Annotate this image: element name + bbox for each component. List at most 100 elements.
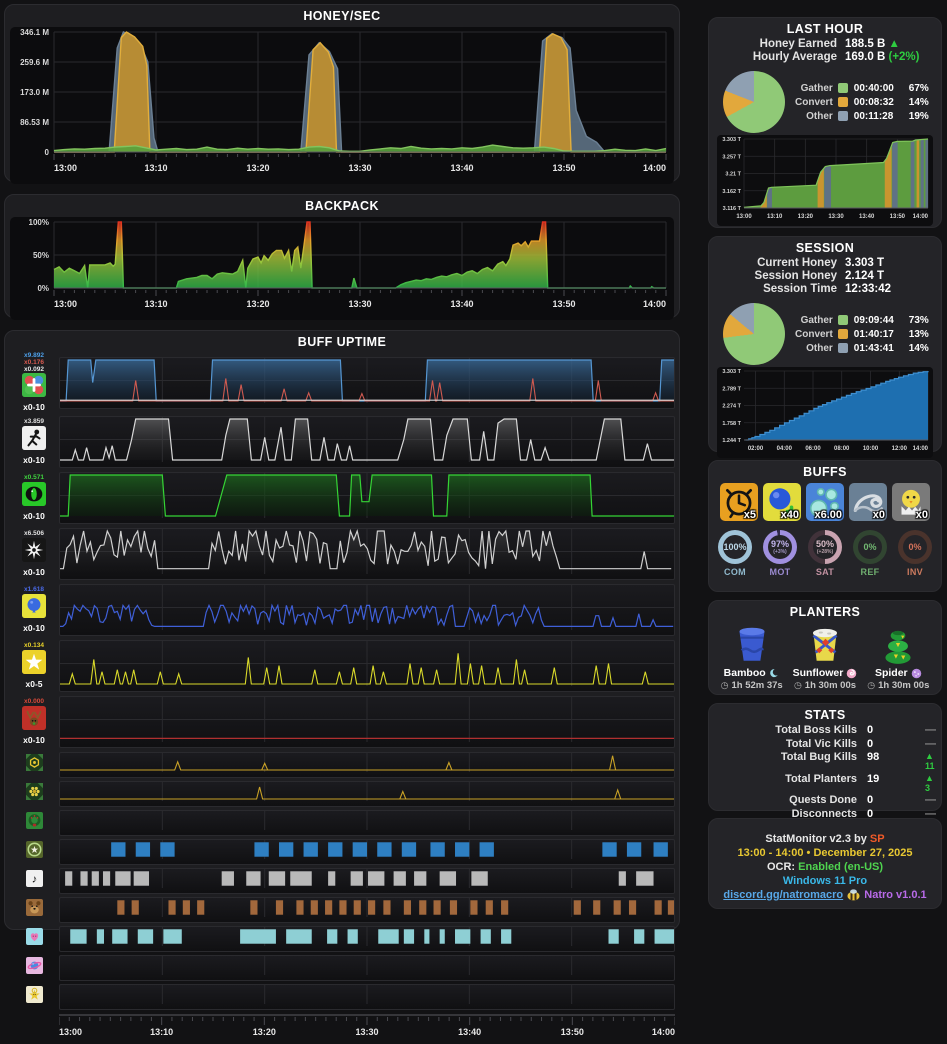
buff-lane-chart — [60, 357, 674, 403]
wave-buff-tile: x0 — [849, 483, 887, 521]
buff-range-label: x0-5 — [25, 679, 43, 689]
buff-row-3: x0.571 x0-10 — [9, 472, 675, 525]
svg-text:13:30: 13:30 — [348, 163, 371, 173]
gauge-percent: 97% — [770, 538, 789, 549]
buff-row-1: x9.892 x0.176 x0.092 x0-10 — [9, 352, 675, 412]
svg-text:86.53 M: 86.53 M — [20, 118, 49, 127]
music-note-icon: ♪ — [25, 870, 43, 888]
current-honey-label: Current Honey — [757, 257, 837, 269]
svg-text:13:40: 13:40 — [450, 299, 473, 309]
session-legend-other: Other 01:43:41 14% — [806, 342, 929, 354]
buff-lane — [59, 472, 675, 525]
buff-row-8 — [9, 752, 709, 779]
buff-range-label: x0-10 — [23, 567, 45, 577]
svg-text:13:40: 13:40 — [450, 163, 473, 173]
buff-range-label: x0-10 — [23, 735, 45, 745]
reindeer-icon — [22, 706, 46, 731]
session-legend-gather: Gather 09:09:44 73% — [800, 314, 929, 326]
natro-bee-icon — [847, 889, 860, 901]
svg-text:13:10: 13:10 — [150, 1027, 173, 1037]
field-boost-icon — [22, 373, 46, 398]
svg-text:14:00: 14:00 — [643, 163, 666, 173]
session-time-row: Session Time 12:33:42 — [719, 283, 931, 295]
svg-text:173.0 M: 173.0 M — [20, 88, 49, 97]
buff-row-12: ♪ — [9, 868, 675, 895]
buff-row-label: x1.618 x0-10 — [9, 587, 59, 633]
svg-text:259.6 M: 259.6 M — [20, 58, 49, 67]
focus-icon — [22, 482, 46, 507]
gauge-ring: 100% — [718, 530, 752, 564]
buff-multiplier: x0.000 — [24, 698, 44, 706]
session-pie-chart — [723, 303, 785, 365]
bubbles-buff-tile: x6.00 — [806, 483, 844, 521]
last-hour-pie-block: Gather 00:40:00 67% Convert 00:08:32 14% Other… — [723, 71, 931, 133]
stat-row-total-boss-kills: Total Boss Kills 0 — — [717, 724, 936, 736]
session-pie-legend: Gather 09:09:44 73% Convert 01:40:17 13% Other… — [795, 312, 937, 357]
bucket-planter-icon — [739, 627, 765, 661]
chick-buff-tile: x0 — [892, 483, 930, 521]
svg-text:13:50: 13:50 — [552, 163, 575, 173]
buff-lane-chart — [60, 528, 674, 575]
svg-text:06:00: 06:00 — [805, 446, 821, 452]
buff-lane — [59, 955, 675, 982]
svg-text:346.1 M: 346.1 M — [20, 28, 49, 37]
author-name: SP — [869, 833, 885, 845]
buff-row-13 — [9, 897, 675, 924]
about-version-line: StatMonitor v2.3 by SP — [765, 833, 885, 845]
buff-lane — [59, 926, 675, 953]
drum-planter-icon — [812, 628, 838, 661]
current-honey-row: Current Honey 3.303 T — [719, 257, 931, 269]
stat-delta: — — [925, 794, 936, 806]
gauge-bonus: (+3%) — [773, 548, 787, 555]
buff-multiplier: x0.134 — [24, 642, 44, 650]
buff-count: x5 — [743, 509, 756, 521]
gauge-ring: 0% — [853, 530, 887, 564]
svg-text:3.303 T: 3.303 T — [722, 369, 741, 375]
svg-text:0: 0 — [45, 148, 50, 157]
svg-text:13:50: 13:50 — [890, 214, 906, 220]
starburst-icon — [22, 538, 46, 563]
stat-label: Total Bug Kills — [780, 751, 857, 763]
svg-text:14:00: 14:00 — [913, 214, 929, 220]
stat-value: 0 — [867, 737, 874, 750]
planters-panel: PLANTERS Bamboo ◷ 1h 52m 37s Sunflower ◷ 1h 3… — [708, 600, 942, 695]
buff-lane-chart — [60, 641, 674, 687]
stat-label: Total Boss Kills — [775, 724, 857, 736]
buff-row-9 — [9, 781, 675, 808]
buff-range-label: x0-10 — [23, 455, 45, 465]
svg-text:3.21 T: 3.21 T — [725, 172, 741, 178]
svg-text:1.244 T: 1.244 T — [722, 438, 741, 444]
stat-row-total-planters: Total Planters 19 ▲ 3 — [717, 773, 934, 793]
legend-swatch — [837, 315, 848, 325]
honey-panel-title: HONEY/SEC — [303, 9, 381, 23]
svg-text:13:20: 13:20 — [253, 1027, 276, 1037]
stat-value: 0 — [867, 794, 874, 806]
backpack-chart-svg: 100% 50% 0% 13:00 13:10 13:20 13:30 13:40 13:50 1… — [29, 218, 667, 309]
buff-uptime-rows: x9.892 x0.176 x0.092 x0-10 x3.859 x0-10 x0.571… — [9, 352, 709, 1044]
gauge-bonus: (+28%) — [816, 548, 834, 555]
buff-lane — [59, 528, 675, 581]
svg-text:13:10: 13:10 — [767, 214, 783, 220]
stat-label: Quests Done — [789, 794, 857, 806]
buff-lane-chart — [60, 782, 674, 802]
timer-clock-icon: ◷ — [867, 680, 876, 690]
stat-row-total-vic-kills: Total Vic Kills 0 — — [717, 737, 936, 750]
buff-icons-row: x5 x40 x6.00 x0 x0 — [709, 483, 941, 521]
last-hour-legend-gather: Gather 00:40:00 67% — [800, 82, 929, 94]
buffs-panel: BUFFS x5 x40 x6.00 x0 x0 100% COM 97% (+3%) MOT 5… — [708, 460, 942, 592]
buff-row-label — [9, 783, 59, 805]
svg-text:12:00: 12:00 — [892, 446, 908, 452]
buff-row-label — [9, 812, 59, 834]
svg-text:13:00: 13:00 — [54, 299, 77, 309]
discord-link[interactable]: discord.gg/natromacro — [723, 889, 843, 901]
session-honey-label: Session Honey — [754, 270, 837, 282]
buff-lane-chart — [70, 927, 674, 947]
svg-text:13:50: 13:50 — [561, 1027, 584, 1037]
buff-row-11 — [9, 839, 675, 866]
buff-lane — [59, 781, 675, 808]
buff-row-label: x0.000 x0-10 — [9, 699, 59, 745]
honey-per-sec-chart: 346.1 M 259.6 M 173.0 M 86.53 M 0 13:00 13:10 1… — [10, 27, 674, 184]
svg-text:13:20: 13:20 — [798, 214, 814, 220]
buff-gauges-row: 100% COM 97% (+3%) MOT 50% (+28%) SAT 0% REF 0% INV — [709, 530, 941, 577]
timer-clock-icon: ◷ — [793, 680, 802, 690]
